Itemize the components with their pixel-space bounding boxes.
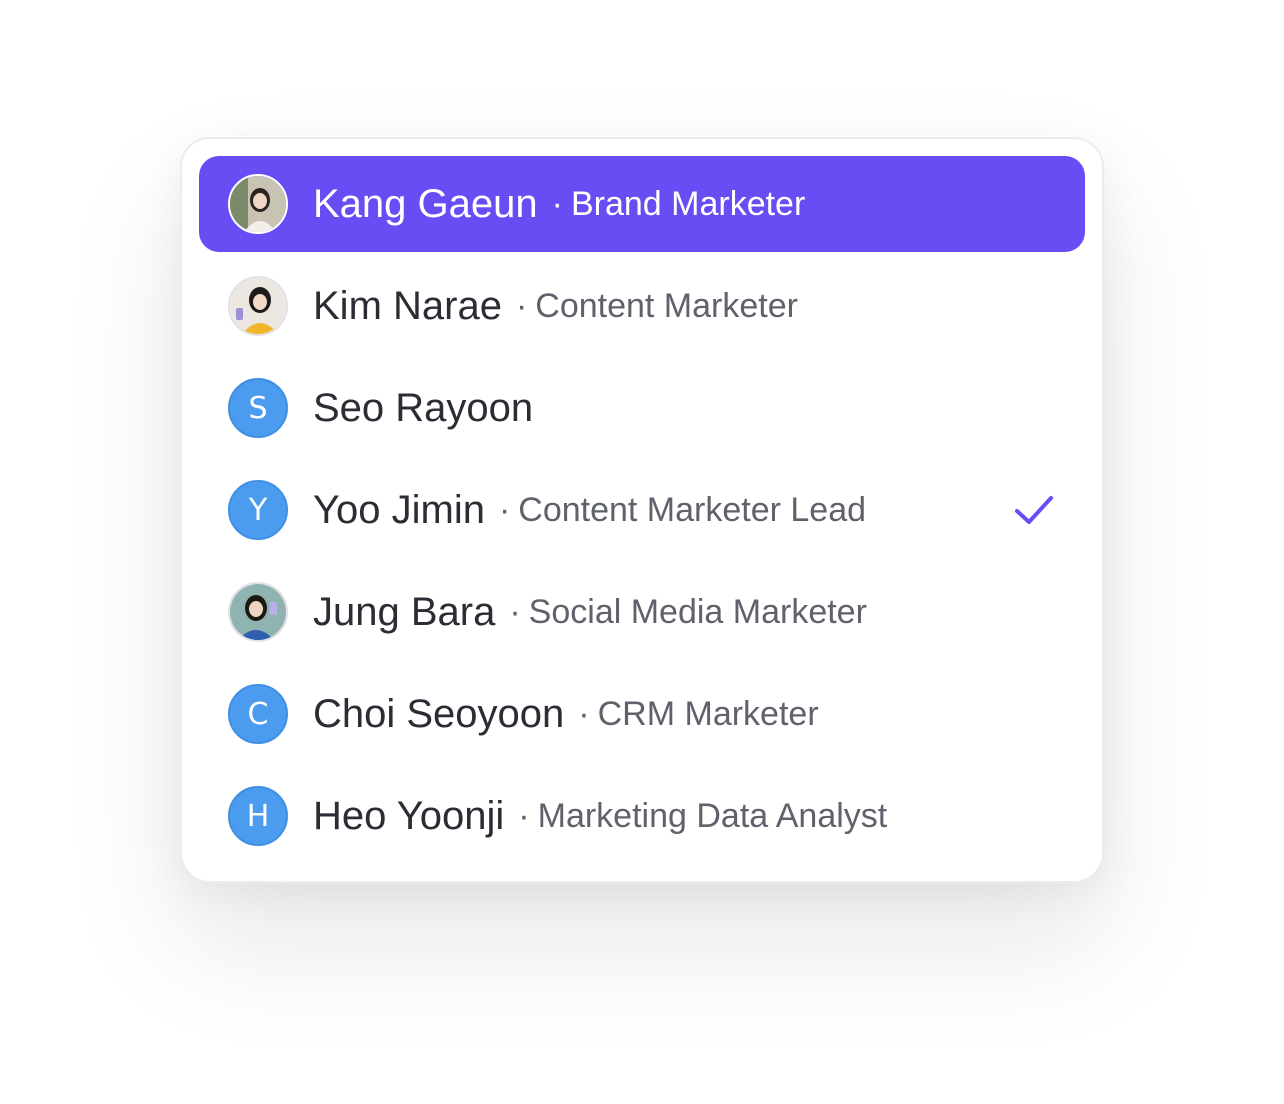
avatar-photo xyxy=(228,174,288,234)
check-icon xyxy=(1015,496,1053,524)
separator-dot: · xyxy=(515,286,528,325)
option-seo-rayoon[interactable]: S Seo Rayoon xyxy=(199,360,1085,456)
avatar-initial: C xyxy=(228,684,288,744)
option-role-text: Social Media Marketer xyxy=(528,592,867,631)
assignee-dropdown: Kang Gaeun · Brand Marketer Kim Narae · Co… xyxy=(180,137,1104,883)
option-role-text: Marketing Data Analyst xyxy=(537,796,888,835)
option-role: · Brand Marketer xyxy=(552,185,806,224)
option-role-text: Content Marketer xyxy=(535,286,798,325)
separator-dot: · xyxy=(518,796,530,835)
option-name: Choi Seoyoon xyxy=(313,691,565,736)
option-role: · Content Marketer xyxy=(516,287,798,326)
separator-dot: · xyxy=(509,592,521,631)
option-choi-seoyoon[interactable]: C Choi Seoyoon · CRM Marketer xyxy=(199,666,1085,762)
separator-dot: · xyxy=(551,184,563,223)
option-role-text: Brand Marketer xyxy=(570,184,806,223)
option-role: · CRM Marketer xyxy=(578,695,818,734)
canvas: Kang Gaeun · Brand Marketer Kim Narae · Co… xyxy=(0,0,1284,1104)
avatar-initial: H xyxy=(228,786,288,846)
avatar-initial: S xyxy=(228,378,288,438)
option-kang-gaeun[interactable]: Kang Gaeun · Brand Marketer xyxy=(199,156,1085,252)
option-name: Kim Narae xyxy=(313,283,502,328)
option-role-text: Content Marketer Lead xyxy=(518,490,867,529)
option-heo-yoonji[interactable]: H Heo Yoonji · Marketing Data Analyst xyxy=(199,768,1085,864)
option-role-text: CRM Marketer xyxy=(597,694,819,733)
avatar-photo xyxy=(228,276,288,336)
avatar-photo xyxy=(228,582,288,642)
option-name: Kang Gaeun xyxy=(313,181,538,226)
avatar-initial: Y xyxy=(228,480,288,540)
option-role: · Marketing Data Analyst xyxy=(518,797,887,836)
option-role: · Content Marketer Lead xyxy=(499,491,866,530)
option-name: Heo Yoonji xyxy=(313,793,505,838)
option-name: Seo Rayoon xyxy=(313,385,534,430)
separator-dot: · xyxy=(578,694,590,733)
option-kim-narae[interactable]: Kim Narae · Content Marketer xyxy=(199,258,1085,354)
option-name: Yoo Jimin xyxy=(313,487,485,532)
option-jung-bara[interactable]: Jung Bara · Social Media Marketer xyxy=(199,564,1085,660)
option-name: Jung Bara xyxy=(313,589,496,634)
option-role: · Social Media Marketer xyxy=(509,593,867,632)
option-yoo-jimin[interactable]: Y Yoo Jimin · Content Marketer Lead xyxy=(199,462,1085,558)
separator-dot: · xyxy=(498,490,511,529)
